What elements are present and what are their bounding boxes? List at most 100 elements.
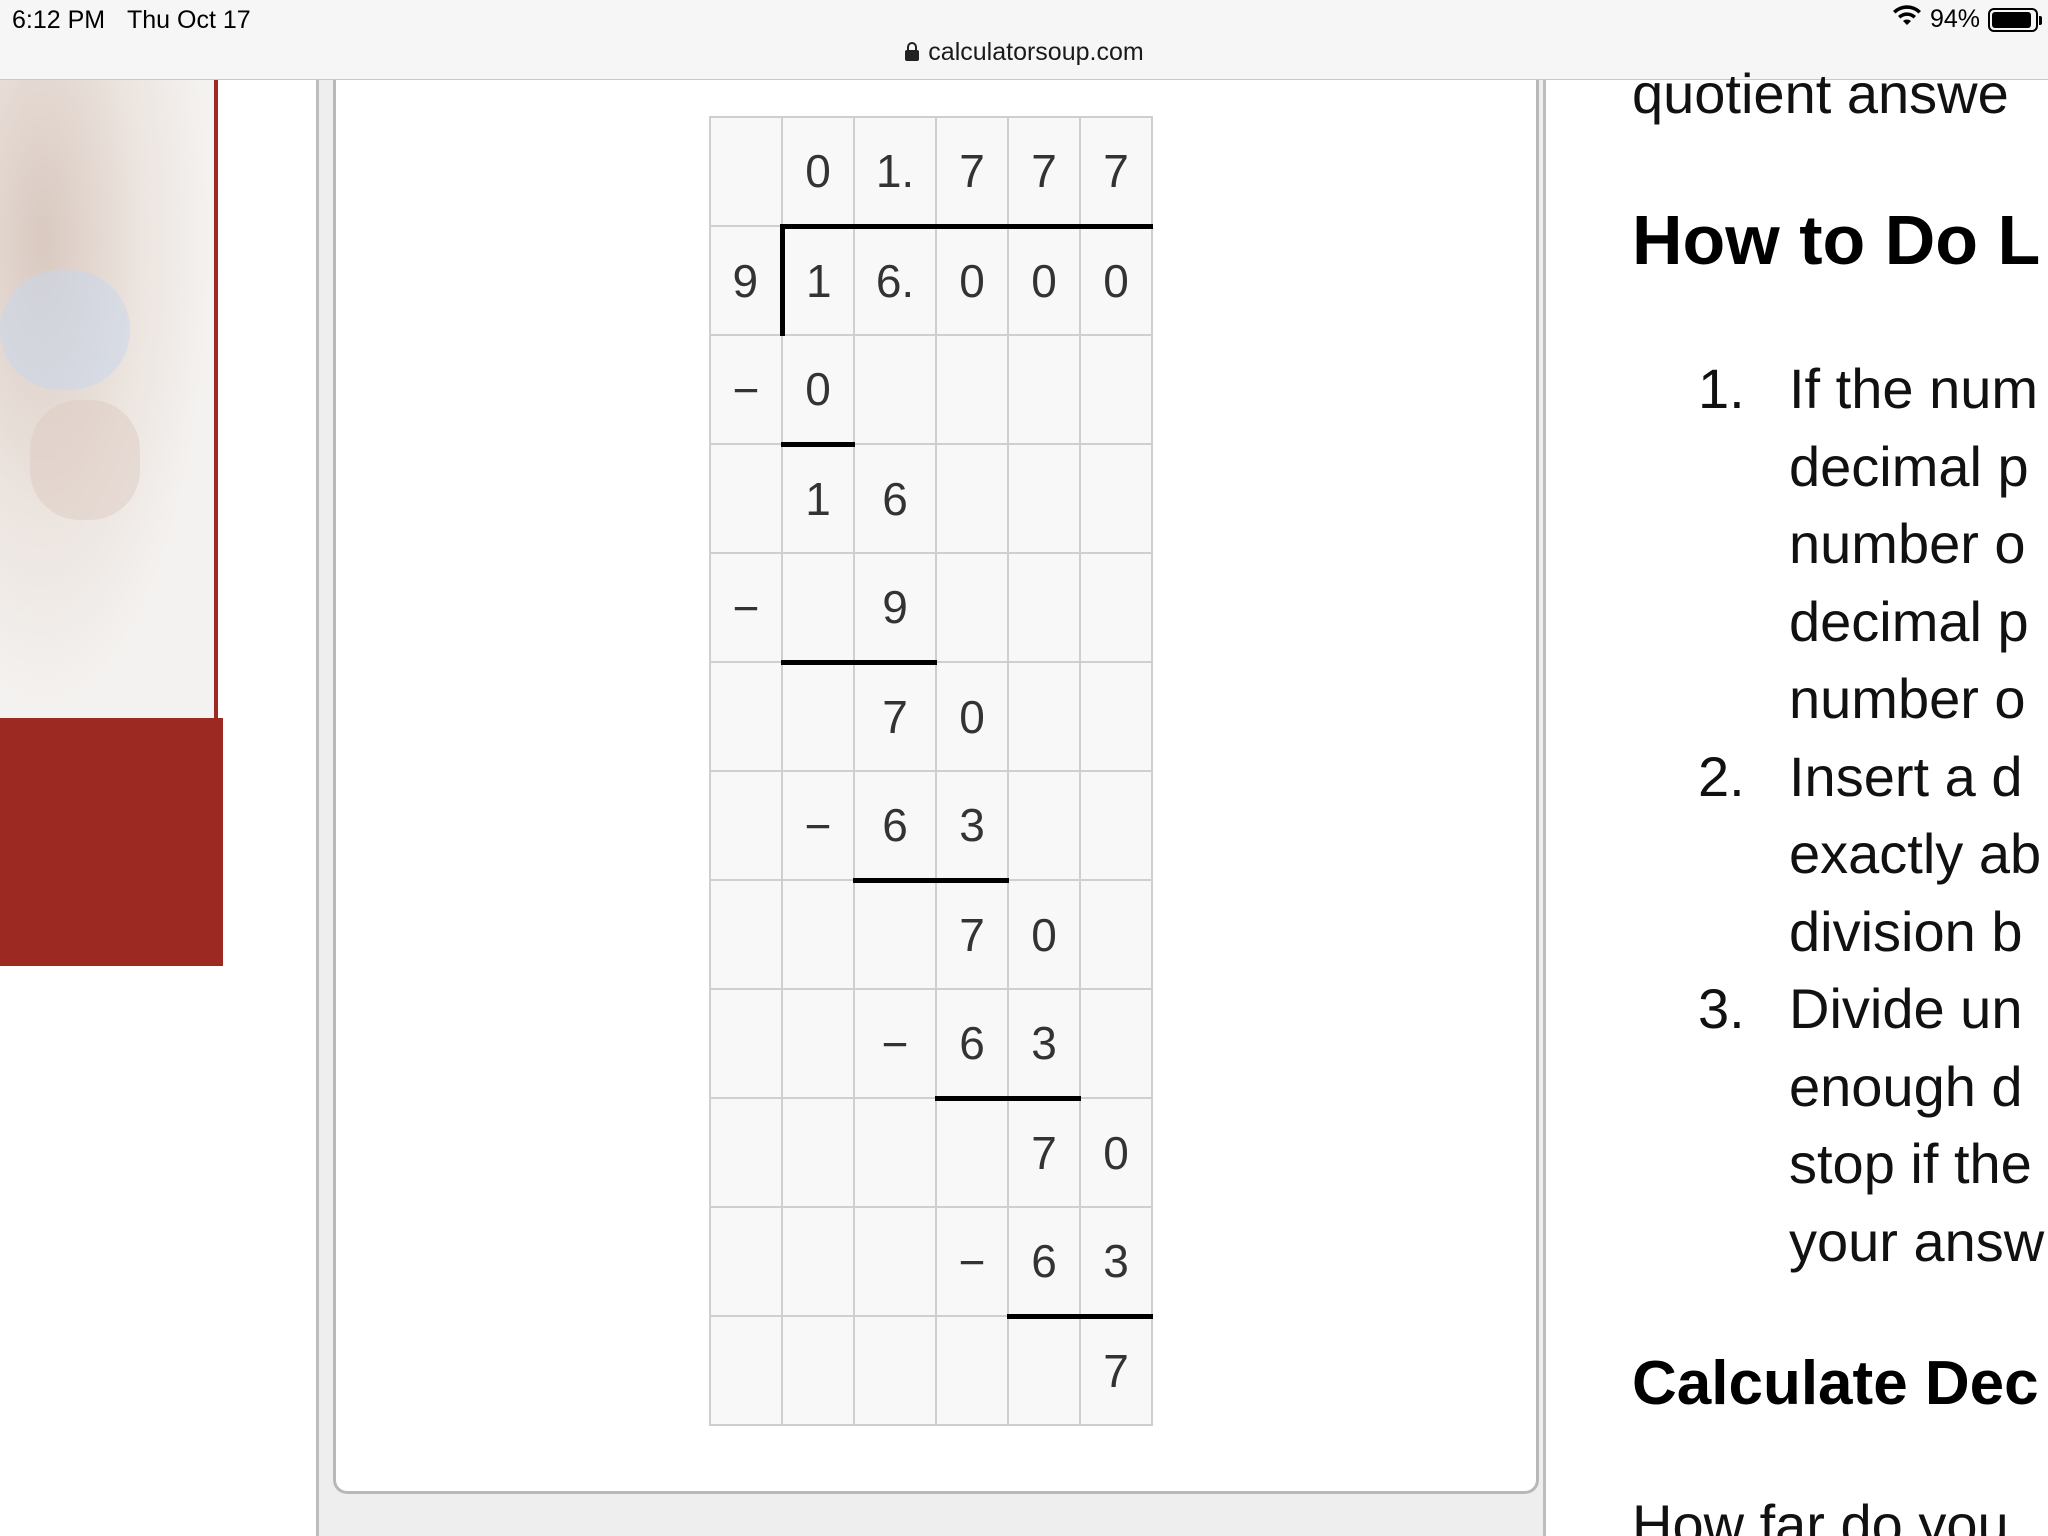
division-cell xyxy=(1079,552,1153,663)
step-number: 1. xyxy=(1698,357,1745,420)
step-item: 3. Divide un enough d stop if the your answ xyxy=(1632,970,2044,1280)
division-cell xyxy=(709,661,783,772)
division-row: −9 xyxy=(709,552,1153,665)
division-row: 70 xyxy=(709,661,1153,772)
division-cell xyxy=(935,1097,1009,1208)
division-cell xyxy=(853,879,937,990)
section-subheading: Calculate Dec xyxy=(1632,1349,2039,1418)
photo-detail xyxy=(30,400,140,520)
division-cell xyxy=(1079,334,1153,445)
division-cell: − xyxy=(935,1206,1009,1317)
division-cell xyxy=(935,334,1009,445)
division-cell: 0 xyxy=(1079,1097,1153,1208)
lock-icon xyxy=(904,40,920,69)
division-row: 9 1 6. 0 0 0 xyxy=(709,225,1153,336)
division-cell xyxy=(781,1097,855,1208)
division-row: 7 xyxy=(709,1315,1153,1426)
division-cell xyxy=(709,879,783,990)
wifi-icon xyxy=(1892,5,1922,34)
division-cell xyxy=(1079,879,1153,990)
division-cell xyxy=(853,1097,937,1208)
step-text-line: If the num xyxy=(1789,357,2039,420)
step-text-line: stop if the xyxy=(1789,1132,2032,1195)
photo-detail xyxy=(0,270,130,390)
division-cell: 0 xyxy=(935,225,1009,336)
division-cell: 6. xyxy=(853,225,937,336)
division-cell xyxy=(1007,443,1081,554)
division-cell: 6 xyxy=(853,443,937,554)
division-cell: 7 xyxy=(853,661,937,772)
division-row: −6 3 xyxy=(709,770,1153,883)
division-cell: 7 xyxy=(1079,1315,1153,1426)
step-text-line: number o xyxy=(1789,667,2026,730)
division-cell: 0 xyxy=(1079,225,1153,336)
step-text-line: Divide un xyxy=(1789,977,2023,1040)
division-cell: 0 xyxy=(1007,225,1081,336)
division-cell: − xyxy=(709,334,783,445)
division-cell: 6 xyxy=(853,770,937,883)
division-cell: 0 xyxy=(781,116,855,229)
division-cell: 6 xyxy=(1007,1206,1081,1319)
sidebar-banner[interactable] xyxy=(0,718,223,966)
division-cell xyxy=(1079,661,1153,772)
division-cell xyxy=(709,988,783,1099)
division-row: −0 xyxy=(709,334,1153,447)
division-cell: 7 xyxy=(935,879,1009,990)
division-cell xyxy=(781,552,855,665)
division-cell: − xyxy=(781,770,855,881)
division-cell xyxy=(853,1206,937,1317)
status-date: Thu Oct 17 xyxy=(127,6,251,34)
division-cell: 7 xyxy=(1007,1097,1081,1208)
division-cell xyxy=(935,443,1009,554)
division-row: 0 1. 7 7 7 xyxy=(709,116,1153,229)
division-cell: 7 xyxy=(1007,116,1081,229)
division-cell xyxy=(709,1097,783,1208)
division-cell: 3 xyxy=(1007,988,1081,1101)
division-cell xyxy=(709,1206,783,1317)
division-cell xyxy=(1079,770,1153,881)
step-text-line: decimal p xyxy=(1789,434,2029,498)
article-text: quotient answe xyxy=(1632,62,2009,125)
division-cell xyxy=(709,443,783,554)
steps-list: 1. If the num decimal p number o decimal p nu… xyxy=(1632,350,2044,1280)
step-text-line: your answ xyxy=(1789,1209,2045,1273)
url-text: calculatorsoup.com xyxy=(928,38,1144,66)
section-heading: How to Do L xyxy=(1632,201,2041,279)
division-cell xyxy=(781,988,855,1099)
division-cell xyxy=(781,1315,855,1426)
division-row: 70 xyxy=(709,1097,1153,1208)
division-cell xyxy=(781,879,855,990)
division-cell: 3 xyxy=(935,770,1009,883)
division-cell: 3 xyxy=(1079,1206,1153,1319)
division-row: −6 3 xyxy=(709,988,1153,1101)
status-indicators: 94% xyxy=(1892,5,2042,34)
division-cell xyxy=(935,1315,1009,1426)
division-cell: 1. xyxy=(853,116,937,229)
division-cell xyxy=(853,334,937,445)
step-item: 2. Insert a d exactly ab division b xyxy=(1632,738,2044,971)
step-text-line: Insert a d xyxy=(1789,744,2023,808)
sidebar-photo xyxy=(0,80,218,718)
long-division-grid: 0 1. 7 7 7 9 1 6. 0 0 0−0 1 6−9 7 0−6 3 7 0−6 3 7 0−6 3 7 xyxy=(709,116,1153,1426)
step-number: 2. xyxy=(1698,744,1745,808)
division-cell xyxy=(1079,443,1153,554)
division-cell: − xyxy=(853,988,937,1099)
division-cell xyxy=(709,770,783,881)
division-cell: 6 xyxy=(935,988,1009,1101)
step-item: 1. If the num decimal p number o decimal p nu… xyxy=(1632,350,2044,738)
division-cell: 0 xyxy=(781,334,855,447)
division-cell: 7 xyxy=(935,116,1009,229)
step-text-line: number o xyxy=(1789,512,2026,575)
division-cell: 1 xyxy=(781,443,855,554)
step-number: 3. xyxy=(1698,977,1745,1040)
division-row: −6 3 xyxy=(709,1206,1153,1319)
division-cell: 7 xyxy=(1079,116,1153,229)
article-column: quotient answe How to Do L 1. If the num d… xyxy=(1632,60,2048,1536)
division-cell: 1 xyxy=(779,225,855,336)
division-cell xyxy=(709,116,783,227)
division-cell: 9 xyxy=(709,225,783,336)
division-row: 70 xyxy=(709,879,1153,990)
battery-icon xyxy=(1988,7,2042,32)
division-cell: 0 xyxy=(1007,879,1081,990)
division-cell xyxy=(1007,334,1081,445)
